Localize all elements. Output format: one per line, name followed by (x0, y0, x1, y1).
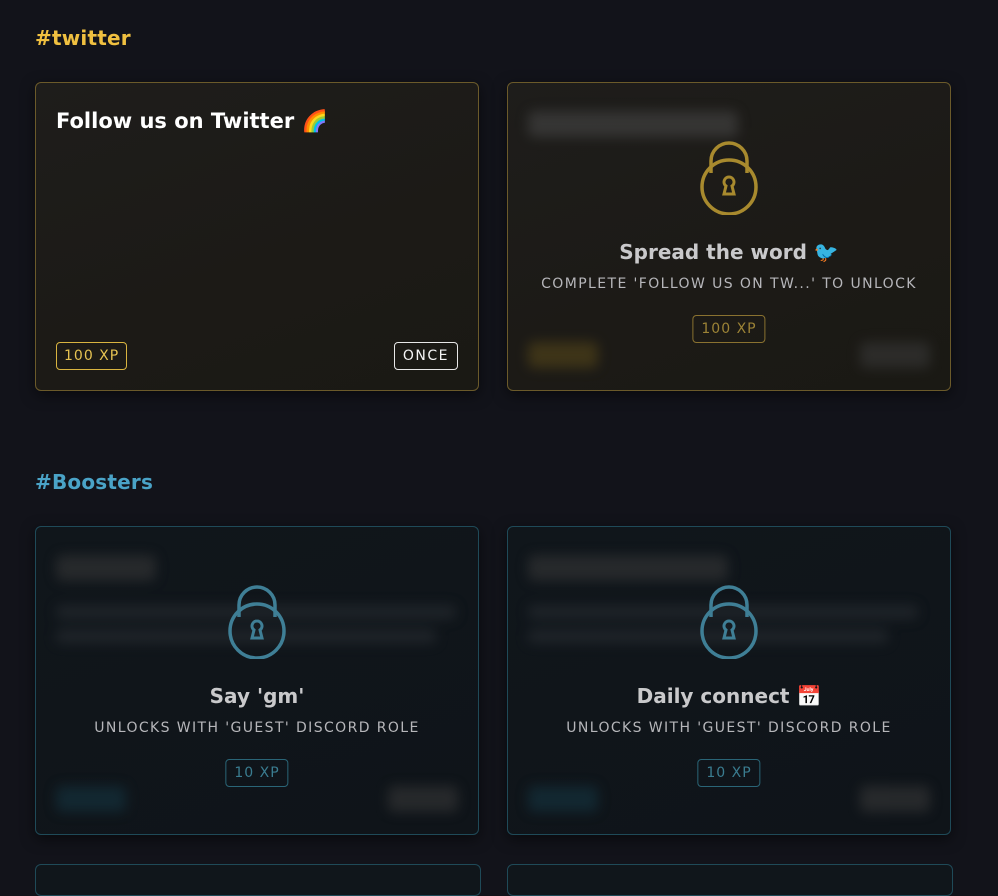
quest-card-partial[interactable] (507, 864, 953, 896)
padlock-icon (228, 585, 286, 659)
quest-title: Daily connect 📅 (636, 684, 822, 708)
quest-title: Spread the word 🐦 (619, 240, 839, 264)
xp-badge: 10 XP (225, 759, 289, 787)
section-title-boosters: #Boosters (35, 470, 154, 494)
xp-badge: 100 XP (56, 342, 128, 370)
quest-card-spread-word-locked[interactable]: Spread the word 🐦 COMPLETE 'FOLLOW US ON… (507, 82, 951, 391)
section-title-twitter: #twitter (35, 26, 131, 50)
lock-overlay: Daily connect 📅 UNLOCKS WITH 'GUEST' DIS… (508, 527, 950, 834)
quest-title: Say 'gm' (209, 684, 305, 708)
padlock-icon (700, 585, 758, 659)
quest-title: Follow us on Twitter 🌈 (56, 109, 328, 133)
quest-card-daily-connect-locked[interactable]: Daily connect 📅 UNLOCKS WITH 'GUEST' DIS… (507, 526, 951, 835)
quest-card-partial[interactable] (35, 864, 481, 896)
xp-badge: 10 XP (697, 759, 761, 787)
unlock-requirement: UNLOCKS WITH 'GUEST' DISCORD ROLE (566, 720, 892, 736)
lock-overlay: Say 'gm' UNLOCKS WITH 'GUEST' DISCORD RO… (36, 527, 478, 834)
quest-card-say-gm-locked[interactable]: Say 'gm' UNLOCKS WITH 'GUEST' DISCORD RO… (35, 526, 479, 835)
lock-overlay: Spread the word 🐦 COMPLETE 'FOLLOW US ON… (508, 83, 950, 390)
padlock-icon (700, 141, 758, 215)
quest-card-follow-twitter[interactable]: Follow us on Twitter 🌈 100 XP ONCE (35, 82, 479, 391)
unlock-requirement: UNLOCKS WITH 'GUEST' DISCORD ROLE (94, 720, 420, 736)
frequency-badge: ONCE (393, 342, 458, 370)
xp-badge: 100 XP (692, 315, 766, 343)
unlock-requirement: COMPLETE 'FOLLOW US ON TW...' TO UNLOCK (541, 276, 917, 292)
